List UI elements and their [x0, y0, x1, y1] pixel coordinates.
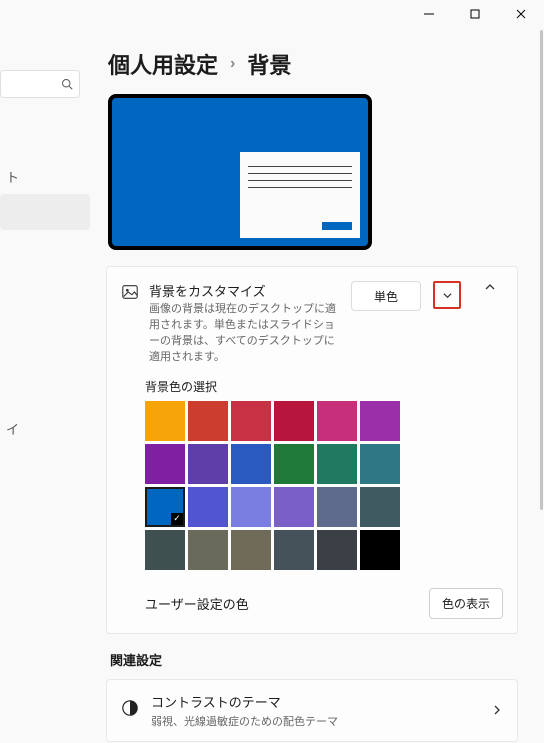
color-swatch[interactable] [188, 444, 228, 484]
color-swatch[interactable]: ✓ [145, 487, 185, 527]
contrast-title: コントラストのテーマ [151, 692, 479, 711]
maximize-button[interactable] [452, 0, 498, 28]
color-swatch[interactable] [317, 487, 357, 527]
expand-toggle[interactable] [477, 281, 503, 293]
check-icon: ✓ [171, 513, 183, 525]
main-panel: 個人用設定 › 背景 背景をカスタマイズ 画像の背景は現在のデスクトップに適用さ… [90, 30, 544, 743]
color-swatch[interactable] [317, 530, 357, 570]
chevron-down-icon [442, 290, 453, 301]
search-input[interactable] [0, 70, 80, 98]
chevron-right-icon: › [230, 55, 235, 73]
color-swatch[interactable] [145, 530, 185, 570]
sidebar-item[interactable]: イ [0, 410, 90, 446]
color-swatch[interactable] [231, 444, 271, 484]
color-swatch[interactable] [317, 444, 357, 484]
customize-desc: 画像の背景は現在のデスクトップに適用されます。単色またはスライドショーの背景は、… [149, 302, 341, 366]
background-preview [108, 94, 372, 250]
color-swatch[interactable] [360, 487, 400, 527]
color-swatch[interactable] [188, 530, 228, 570]
chevron-up-icon [484, 281, 496, 293]
related-section-title: 関連設定 [110, 650, 526, 669]
page-title: 背景 [247, 48, 291, 80]
color-swatch[interactable] [231, 401, 271, 441]
dropdown-chevron-highlighted[interactable] [433, 281, 461, 309]
sidebar-item-selected[interactable] [0, 194, 90, 230]
color-swatch[interactable] [274, 444, 314, 484]
close-button[interactable] [498, 0, 544, 28]
color-swatch[interactable] [145, 444, 185, 484]
breadcrumb: 個人用設定 › 背景 [108, 48, 526, 80]
color-swatch[interactable] [231, 487, 271, 527]
contrast-desc: 弱視、光線過敏症のための配色テーマ [151, 713, 479, 729]
color-swatch[interactable] [231, 530, 271, 570]
color-swatch[interactable] [360, 530, 400, 570]
contrast-theme-item[interactable]: コントラストのテーマ 弱視、光線過敏症のための配色テーマ [106, 679, 518, 742]
breadcrumb-parent[interactable]: 個人用設定 [108, 48, 218, 80]
color-swatch[interactable] [188, 487, 228, 527]
sidebar: ト イ [0, 30, 90, 743]
customize-background-card: 背景をカスタマイズ 画像の背景は現在のデスクトップに適用されます。単色またはスラ… [106, 266, 518, 634]
color-swatch[interactable] [274, 487, 314, 527]
sidebar-item[interactable]: ト [0, 158, 90, 194]
color-swatch[interactable] [188, 401, 228, 441]
background-type-dropdown[interactable]: 単色 [351, 281, 421, 311]
color-swatch[interactable] [274, 401, 314, 441]
color-palette-section: 背景色の選択 ✓ ユーザー設定の色 色の表示 [121, 378, 503, 619]
user-color-label: ユーザー設定の色 [145, 594, 249, 613]
color-swatch[interactable] [274, 530, 314, 570]
contrast-icon [121, 699, 139, 722]
minimize-button[interactable] [406, 0, 452, 28]
picture-icon [121, 283, 139, 306]
preview-window [240, 152, 360, 238]
show-colors-button[interactable]: 色の表示 [429, 588, 503, 619]
color-swatch[interactable] [360, 444, 400, 484]
chevron-right-icon [491, 704, 503, 716]
customize-title: 背景をカスタマイズ [149, 281, 341, 300]
palette-title: 背景色の選択 [145, 378, 503, 395]
search-icon [61, 78, 73, 90]
titlebar [0, 0, 544, 30]
color-palette: ✓ [145, 401, 441, 570]
color-swatch[interactable] [317, 401, 357, 441]
scrollbar[interactable] [540, 30, 543, 510]
color-swatch[interactable] [145, 401, 185, 441]
color-swatch[interactable] [360, 401, 400, 441]
